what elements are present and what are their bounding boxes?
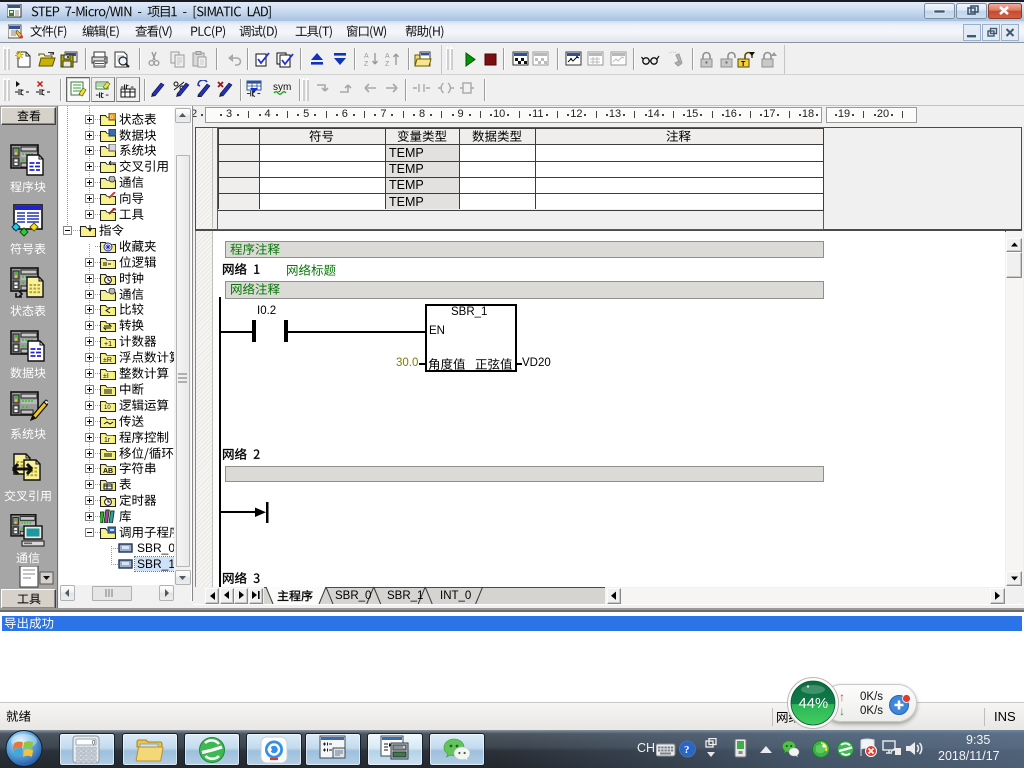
svg-text:?: ? — [684, 744, 690, 756]
svg-text:Z: Z — [364, 61, 369, 68]
svg-text:A: A — [364, 53, 369, 60]
svg-text:T: T — [741, 61, 746, 68]
svg-text:Z: Z — [385, 61, 390, 68]
svg-text:A: A — [385, 53, 390, 60]
svg-text:44%: 44% — [799, 696, 829, 712]
